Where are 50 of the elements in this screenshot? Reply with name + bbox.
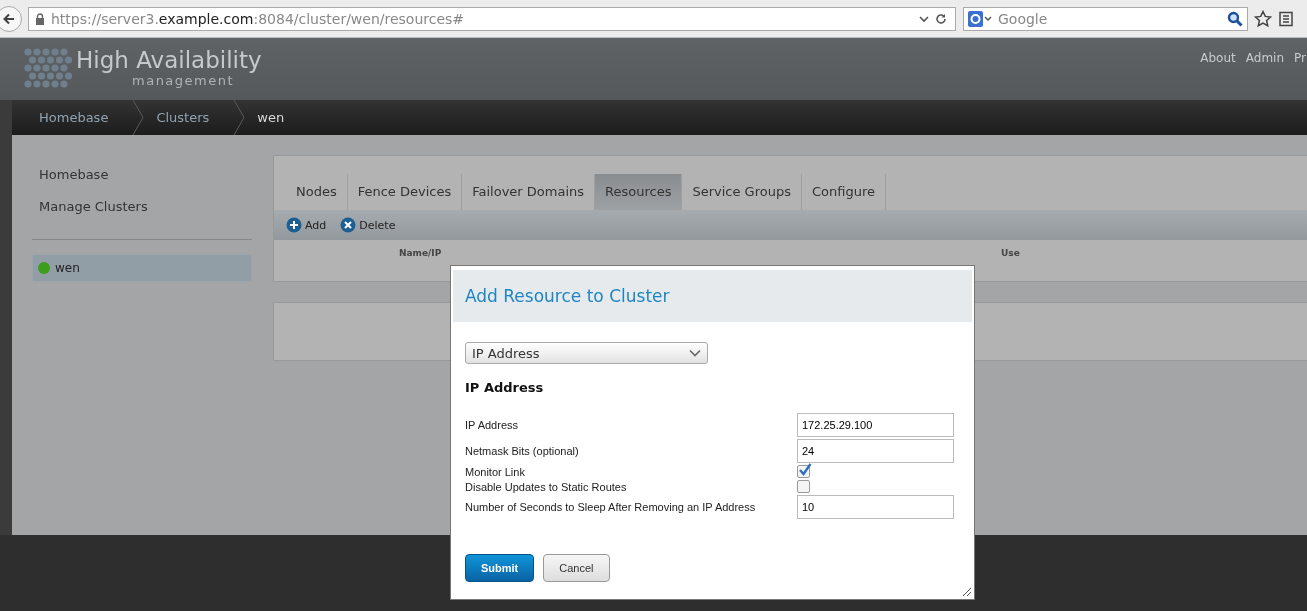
column-header: Name/IP (399, 248, 442, 258)
logo-icon (22, 46, 74, 90)
brand-title: High Availability (76, 46, 262, 74)
checkbox[interactable] (797, 465, 810, 478)
dialog-title: Add Resource to Cluster (465, 286, 670, 306)
header-link[interactable]: Pr (1294, 51, 1306, 100)
dialog-button[interactable]: Submit (465, 554, 535, 582)
back-arrow-icon (2, 11, 16, 26)
field-label: IP Address (465, 419, 519, 431)
input-field[interactable]: 10 (797, 495, 954, 519)
star-icon[interactable] (1254, 9, 1272, 28)
url-text: https://server3.example.com:8084/cluster/wen/resources# (51, 10, 465, 27)
input-field[interactable]: 24 (797, 439, 954, 463)
input-field[interactable]: 172.25.29.100 (797, 413, 954, 437)
dropdown-icon[interactable] (919, 14, 929, 23)
header-link[interactable]: About (1200, 51, 1236, 100)
header-link[interactable]: Admin (1245, 51, 1285, 100)
plus-icon (286, 217, 302, 233)
column-header: Use (1001, 248, 1020, 258)
cluster-item[interactable]: wen (32, 254, 252, 282)
search-engine-icon[interactable] (968, 10, 992, 27)
breadcrumb-link[interactable]: Clusters (156, 110, 224, 125)
resource-type-select[interactable]: IP Address (465, 342, 708, 364)
breadcrumb-separator-icon (132, 100, 145, 135)
breadcrumb-separator-icon (233, 100, 246, 135)
toolbar-button[interactable]: Add (286, 217, 327, 233)
sidebar-link[interactable]: Manage Clusters (32, 199, 252, 231)
checkbox[interactable] (797, 480, 810, 493)
search-icon[interactable] (1227, 10, 1243, 27)
close-icon (340, 217, 357, 233)
search-field[interactable]: Google (963, 6, 1248, 31)
brand-subtitle: management (131, 74, 236, 88)
toolbar-button[interactable]: Delete (340, 217, 396, 233)
breadcrumb-link[interactable]: wen (257, 110, 299, 125)
reload-icon[interactable] (935, 12, 947, 25)
field-label: Number of Seconds to Sleep After Removing an IP Address (465, 501, 757, 513)
section-heading: IP Address (465, 380, 545, 395)
field-label: Netmask Bits (optional) (465, 445, 580, 457)
reading-list-icon[interactable] (1278, 10, 1294, 27)
sidebar-link[interactable]: Homebase (32, 167, 252, 199)
address-bar[interactable]: https://server3.example.com:8084/cluster/wen/resources# (28, 6, 956, 31)
chevron-down-icon (689, 349, 701, 357)
back-button[interactable] (0, 5, 22, 32)
resize-grip-icon[interactable] (960, 585, 972, 597)
field-label: Monitor Link (465, 465, 526, 478)
field-label: Disable Updates to Static Routes (465, 480, 628, 493)
tab[interactable]: Resources (595, 174, 683, 210)
breadcrumb-link[interactable]: Homebase (39, 110, 123, 125)
dialog-button[interactable]: Cancel (543, 554, 610, 582)
lock-icon (35, 12, 45, 25)
